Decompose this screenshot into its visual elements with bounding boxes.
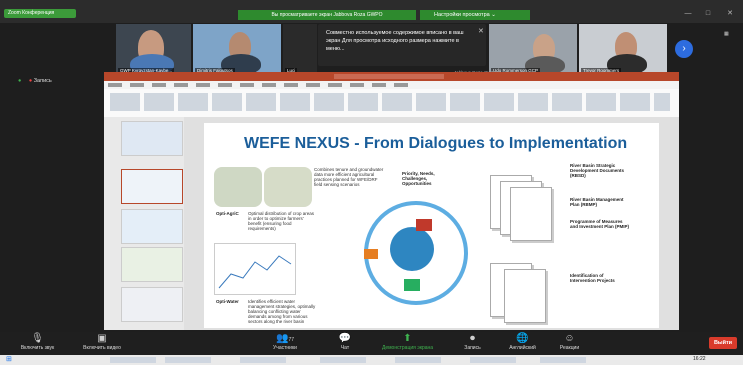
participant-video-tile[interactable]: Trevor Roommers <box>579 24 667 74</box>
taskbar-app[interactable] <box>110 357 156 363</box>
slide-title: WEFE NEXUS - From Dialogues to Implement… <box>244 135 628 152</box>
ribbon-tab-labels[interactable] <box>108 83 408 87</box>
chat-label: Чат <box>340 345 350 351</box>
taskbar-app[interactable] <box>470 357 516 363</box>
view-options-label: Настройки просмотра <box>434 12 490 18</box>
opti-agric-description: Optimal distribution of crop areas in or… <box>248 211 315 231</box>
maximize-button[interactable]: □ <box>702 9 714 19</box>
globe-icon: 🌐 <box>516 333 529 344</box>
map-image <box>264 167 312 207</box>
record-label: Запись <box>464 345 481 351</box>
center-label: Priority, Needs, Challenges, Opportuniti… <box>402 171 435 186</box>
ribbon-commands[interactable] <box>110 93 670 111</box>
flag-icon <box>404 279 420 291</box>
mute-button[interactable]: 🎙 Включить звук <box>10 332 65 355</box>
participant-video-tile[interactable]: Udo Rommerson GCP <box>489 24 577 74</box>
share-screen-button[interactable]: ⬆ Демонстрация экрана <box>370 332 445 355</box>
record-icon: ● <box>28 78 33 84</box>
video-button[interactable]: ▣ Включить видео <box>72 332 132 355</box>
close-icon[interactable]: ✕ <box>478 27 484 35</box>
microphone-muted-icon: 🎙 <box>31 333 44 344</box>
slide-thumbnail[interactable] <box>121 287 183 322</box>
taskbar-app[interactable] <box>165 357 211 363</box>
chart-image <box>214 243 296 295</box>
windows-taskbar: ⊞ 16:22 <box>0 355 743 365</box>
right-item: River Basin Management Plan (RBMP) <box>570 197 624 207</box>
slide-canvas: WEFE NEXUS - From Dialogues to Implement… <box>184 117 679 330</box>
share-screen-icon: ⬆ <box>403 333 412 344</box>
reactions-label: Реакции <box>559 345 580 351</box>
search-box[interactable] <box>334 74 444 79</box>
participant-video-tile[interactable]: Dimitris Faloutsos <box>193 24 281 74</box>
slides-pane <box>104 117 184 330</box>
taskbar-clock[interactable]: 16:22 <box>693 356 706 362</box>
close-button[interactable]: ✕ <box>724 9 736 19</box>
video-label: Включить видео <box>83 345 121 351</box>
slide-thumbnail[interactable] <box>121 247 183 282</box>
participant-count: 77 <box>288 337 294 343</box>
view-toggle-icon[interactable]: ▦ <box>724 31 729 37</box>
shield-icon: ● <box>18 78 22 84</box>
taskbar-app[interactable] <box>320 357 366 363</box>
map-image <box>214 167 262 207</box>
leave-button[interactable]: Выйти <box>709 337 737 349</box>
record-button[interactable]: ⏺ Запись <box>455 332 490 355</box>
share-notice-text: Совместно используемое содержимое вписан… <box>326 30 464 52</box>
slide-thumbnail[interactable] <box>121 209 183 244</box>
participant-video-tile[interactable]: GWP Kyrgyzstan-Kaybe... <box>116 24 191 74</box>
ribbon-tabs <box>104 81 679 89</box>
note-text: Combines tenure and groundwater data mor… <box>314 167 384 187</box>
participants-button[interactable]: 👥77 Участники <box>265 332 305 355</box>
line-chart-graphic <box>218 255 292 289</box>
chevron-right-icon: › <box>682 43 686 54</box>
slide-thumbnail-selected[interactable] <box>121 169 183 204</box>
next-participants-button[interactable]: › <box>675 40 693 58</box>
ribbon <box>104 89 679 118</box>
record-label: Запись <box>33 78 52 84</box>
chat-button[interactable]: 💬 Чат <box>330 332 360 355</box>
taskbar-app[interactable] <box>240 357 286 363</box>
reactions-button[interactable]: ☺ Реакции <box>552 332 587 355</box>
minimize-button[interactable]: — <box>682 9 694 19</box>
zoom-top-bar: Zoom Конференция Вы просматриваете экран… <box>0 0 743 23</box>
chat-icon: 💬 <box>338 333 352 344</box>
people-icon <box>390 227 434 271</box>
document-icon <box>504 269 546 323</box>
record-icon: ⏺ <box>470 333 475 344</box>
shared-screen: WEFE NEXUS - From Dialogues to Implement… <box>104 72 679 330</box>
flag-icon <box>416 219 432 231</box>
view-options-button[interactable]: Настройки просмотра ⌄ <box>420 10 530 20</box>
slide: WEFE NEXUS - From Dialogues to Implement… <box>204 123 659 328</box>
document-icon <box>510 187 552 241</box>
ppt-titlebar <box>104 72 679 81</box>
smile-icon: ☺ <box>564 333 575 344</box>
right-item: Programme of Measures and Investment Pla… <box>570 219 630 229</box>
share-banner: Вы просматриваете экран Jabbova Roza GWP… <box>238 10 416 20</box>
mute-label: Включить звук <box>20 345 55 351</box>
participant-video-tile[interactable]: Luci <box>283 24 317 74</box>
right-item: River Basin Strategic Development Docume… <box>570 163 625 178</box>
slide-thumbnail[interactable] <box>121 121 183 156</box>
share-screen-label: Демонстрация экрана <box>381 345 434 351</box>
share-notice-tooltip: Совместно используемое содержимое вписан… <box>318 24 486 66</box>
right-item: Identification of Intervention Projects <box>570 273 615 283</box>
participants-icon: 👥77 <box>275 333 294 344</box>
opti-water-label: Opti-Water <box>216 299 239 304</box>
opti-water-description: Identifies efficient water management st… <box>248 299 316 324</box>
zoom-toolbar: 🎙 Включить звук ▣ Включить видео 👥77 Уча… <box>0 332 743 355</box>
taskbar-app[interactable] <box>395 357 441 363</box>
language-button[interactable]: 🌐 Английский <box>500 332 545 355</box>
participants-label: Участники <box>273 345 297 351</box>
meeting-indicator[interactable]: Zoom Конференция <box>4 9 76 18</box>
video-off-icon: ▣ <box>97 333 107 344</box>
windows-start-icon[interactable]: ⊞ <box>6 355 12 363</box>
taskbar-app[interactable] <box>540 357 586 363</box>
chevron-down-icon: ⌄ <box>491 12 496 18</box>
flag-icon <box>364 249 378 259</box>
language-label: Английский <box>509 345 536 351</box>
opti-agric-label: Opti-AgriC <box>216 211 239 216</box>
recording-indicator[interactable]: ● ● Запись <box>18 78 52 84</box>
